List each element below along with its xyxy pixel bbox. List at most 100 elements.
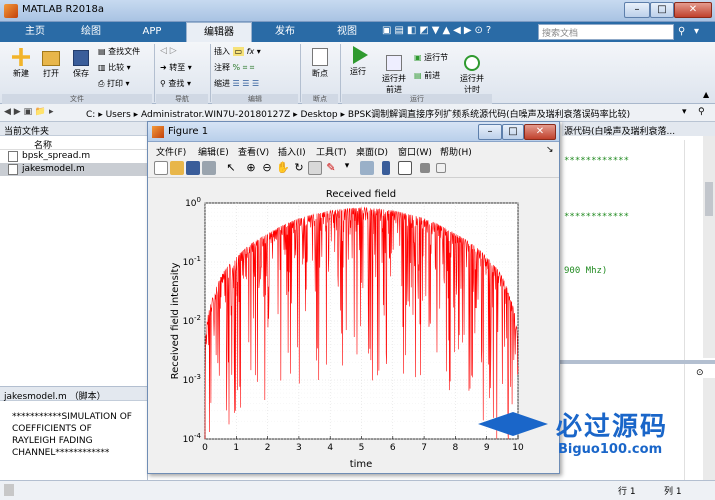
select-arrow-icon[interactable]: ↖ xyxy=(224,161,238,175)
close-button[interactable]: ✕ xyxy=(674,2,712,18)
x-tick-label: 3 xyxy=(296,443,302,453)
file-item-jakesmodel[interactable]: jakesmodel.m xyxy=(0,163,147,176)
new-figure-icon[interactable] xyxy=(154,161,168,175)
link-plot-icon[interactable] xyxy=(360,161,374,175)
data-cursor-icon[interactable] xyxy=(308,161,322,175)
save-button[interactable]: 保存 xyxy=(68,48,94,79)
save-icon xyxy=(73,50,89,66)
path-search-icon[interactable]: ⚲ xyxy=(698,107,705,117)
collapse-ribbon-icon[interactable]: ▲ xyxy=(703,90,709,99)
tab-plots[interactable]: 绘图 xyxy=(64,22,118,42)
toolstrip-tabs: 主页 绘图 APP 编辑器 发布 视图 ▣▤◧◩▼▲◀▶⊙? 搜索文档 ⚲ ▾ xyxy=(0,22,715,42)
advance-icon: ▤ xyxy=(414,71,425,80)
run-section-button[interactable]: ▣ 运行节 xyxy=(414,52,448,63)
y-tick-label: 10-4 xyxy=(183,432,202,445)
comment-button[interactable]: 注释 % ⌗ ⌗ xyxy=(214,62,254,73)
menu-edit[interactable]: 编辑(E) xyxy=(198,145,229,158)
back-forward-icon[interactable]: ◁ ▷ xyxy=(160,46,177,56)
brush-dropdown-icon[interactable]: ▾ xyxy=(340,161,354,175)
breakpoints-button[interactable]: 断点 xyxy=(306,48,334,79)
quick-access-icons[interactable]: ▣▤◧◩▼▲◀▶⊙? xyxy=(382,25,494,36)
zoom-out-icon[interactable]: ⊖ xyxy=(260,161,274,175)
address-bar[interactable]: ◀ ▶ ▣ 📁 ▸ C: ▸ Users ▸ Administrator.WIN… xyxy=(0,104,715,122)
search-icon[interactable]: ⚲ xyxy=(678,26,685,37)
breakpoints-label: 断点 xyxy=(312,69,328,78)
advance-button[interactable]: ▤ 前进 xyxy=(414,70,440,81)
maximize-button[interactable]: □ xyxy=(650,2,674,18)
print-figure-icon[interactable] xyxy=(202,161,216,175)
hide-tools-icon[interactable] xyxy=(420,163,430,173)
figure-close-button[interactable]: ✕ xyxy=(524,124,556,140)
menu-insert[interactable]: 插入(I) xyxy=(278,145,306,158)
run-advance-label: 运行并 前进 xyxy=(382,74,406,94)
graduation-cap-icon xyxy=(478,412,548,436)
compare-button[interactable]: ▥ 比较 ▾ xyxy=(98,62,131,73)
menu-view[interactable]: 查看(V) xyxy=(238,145,269,158)
pan-icon[interactable]: ✋ xyxy=(276,161,290,175)
name-column-header[interactable]: 名称 xyxy=(0,136,147,151)
path-segment[interactable]: BPSK调制解调直接序列扩频系统源代码(白噪声及瑞利衰落误码率比较) xyxy=(348,110,630,120)
file-name: bpsk_spread.m xyxy=(22,151,91,161)
figure-maximize-button[interactable]: □ xyxy=(502,124,524,140)
figure-title-bar[interactable]: Figure 1 – □ ✕ xyxy=(148,122,559,142)
find-button[interactable]: ⚲ 查找 ▾ xyxy=(160,78,191,89)
tab-view[interactable]: 视图 xyxy=(318,22,376,42)
tab-home[interactable]: 主页 xyxy=(10,22,60,42)
menu-tools[interactable]: 工具(T) xyxy=(316,145,347,158)
menu-help[interactable]: 帮助(H) xyxy=(440,145,472,158)
indent-button[interactable]: 缩进 ☰ ☰ ☰ xyxy=(214,78,259,89)
brush-icon[interactable]: ✎ xyxy=(324,161,338,175)
details-title: jakesmodel.m （脚本） xyxy=(0,387,147,402)
path-segment[interactable]: Administrator.WIN7U-20180127Z xyxy=(141,110,290,120)
tab-publish[interactable]: 发布 xyxy=(256,22,314,42)
insert-icon: ▭ xyxy=(232,47,245,56)
zoom-in-icon[interactable]: ⊕ xyxy=(244,161,258,175)
colorbar-icon[interactable] xyxy=(382,161,390,175)
open-file-icon[interactable] xyxy=(170,161,184,175)
find-files-button[interactable]: ▤ 查找文件 xyxy=(98,46,140,57)
x-tick-label: 4 xyxy=(327,443,333,453)
command-window-options-icon[interactable]: ⊙ xyxy=(696,368,704,378)
ribbon-separator xyxy=(300,44,301,102)
path-segment[interactable]: Desktop xyxy=(301,110,338,120)
path-segment[interactable]: C: xyxy=(86,110,95,120)
run-button[interactable]: 运行 xyxy=(344,46,372,77)
insert-button[interactable]: 插入 ▭ fx ▾ xyxy=(214,46,261,57)
figure-toolbar: ↖ ⊕ ⊖ ✋ ↻ ✎ ▾ xyxy=(148,158,559,178)
goto-button[interactable]: ➜ 转至 ▾ xyxy=(160,62,192,73)
comment-icon: % ⌗ ⌗ xyxy=(232,63,255,72)
nav-arrows-icon[interactable]: ◀ ▶ ▣ 📁 ▸ xyxy=(4,107,54,117)
figure-minimize-button[interactable]: – xyxy=(478,124,502,140)
run-group-label: 运行 xyxy=(342,94,492,104)
tab-apps[interactable]: APP xyxy=(124,22,180,42)
show-tools-icon[interactable] xyxy=(436,163,446,173)
tab-editor[interactable]: 编辑器 xyxy=(186,22,252,42)
menu-file[interactable]: 文件(F) xyxy=(156,145,186,158)
path-breadcrumb[interactable]: C: ▸ Users ▸ Administrator.WIN7U-2018012… xyxy=(86,107,630,120)
compare-icon: ▥ xyxy=(98,63,109,72)
editor-tab-title[interactable]: 源代码(白噪声及瑞利衰落... xyxy=(562,122,715,136)
filter-icon[interactable]: ▾ xyxy=(694,26,699,37)
file-item-bpsk[interactable]: bpsk_spread.m xyxy=(0,150,147,163)
search-input[interactable]: 搜索文档 xyxy=(538,24,674,40)
figure-menu-bar: 文件(F) 编辑(E) 查看(V) 插入(I) 工具(T) 桌面(D) 窗口(W… xyxy=(148,142,559,158)
menu-desktop[interactable]: 桌面(D) xyxy=(356,145,388,158)
menu-dock-icon[interactable]: ↘ xyxy=(546,145,554,155)
new-button[interactable]: 新建 xyxy=(8,48,34,79)
path-segment[interactable]: Users xyxy=(106,110,131,120)
editor-scrollbar[interactable] xyxy=(703,136,715,358)
menu-window[interactable]: 窗口(W) xyxy=(398,145,432,158)
y-axis-label: Received field intensity xyxy=(170,263,181,380)
print-button[interactable]: ⎙ 打印 ▾ xyxy=(98,78,130,89)
save-figure-icon[interactable] xyxy=(186,161,200,175)
ribbon-separator xyxy=(210,44,211,102)
more-icon: ▾ xyxy=(256,47,261,56)
rotate-icon[interactable]: ↻ xyxy=(292,161,306,175)
ribbon-separator xyxy=(340,44,341,102)
path-dropdown-icon[interactable]: ▾ xyxy=(682,107,687,117)
legend-icon[interactable] xyxy=(398,161,412,175)
open-button[interactable]: 打开 xyxy=(38,48,64,79)
new-label: 新建 xyxy=(13,69,29,78)
scrollbar-thumb[interactable] xyxy=(705,182,713,216)
minimize-button[interactable]: – xyxy=(624,2,650,18)
